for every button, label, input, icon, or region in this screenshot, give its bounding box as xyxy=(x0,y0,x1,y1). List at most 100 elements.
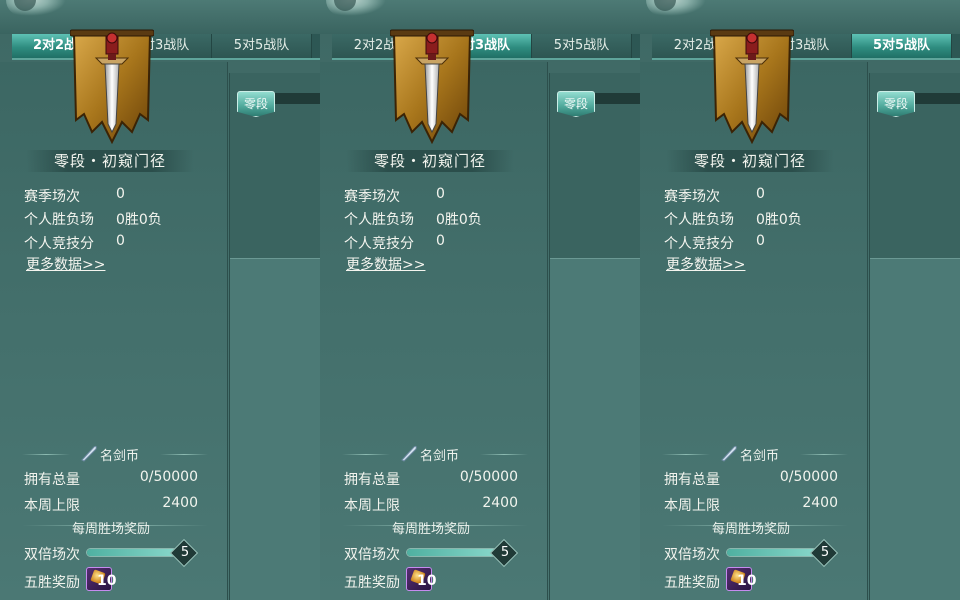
rank-badge: 零段 xyxy=(237,91,275,117)
sword-banner-icon xyxy=(70,29,154,144)
feather-blade-icon xyxy=(721,445,737,462)
rank-title: 零段・初窥门径 xyxy=(666,150,834,172)
weekly-cap-label: 本周上限 xyxy=(24,498,80,514)
rank-badge: 零段 xyxy=(877,91,915,117)
season-matches-value: 0 xyxy=(116,186,125,202)
weekly-cap-label: 本周上限 xyxy=(344,498,400,514)
cloud-ornament-icon xyxy=(326,0,386,16)
owned-total-value: 0/50000 xyxy=(139,469,198,485)
season-matches-row: 赛季场次 0 xyxy=(664,186,765,206)
owned-total-value: 0/50000 xyxy=(459,469,518,485)
arena-score-value: 0 xyxy=(756,233,765,249)
arena-team-panel: 2对2战队 3对3战队 5对5战队 零段・初窥门径 赛季场次 0 个人胜负场 0… xyxy=(640,0,960,600)
five-win-reward-count: 10 xyxy=(417,573,437,589)
win-loss-label: 个人胜负场 xyxy=(664,212,734,228)
weekly-cap-row: 本周上限 2400 xyxy=(344,495,518,515)
season-matches-value: 0 xyxy=(756,186,765,202)
double-matches-label: 双倍场次 xyxy=(664,547,720,563)
more-data-link[interactable]: 更多数据>> xyxy=(346,254,425,274)
owned-total-row: 拥有总量 0/50000 xyxy=(664,469,838,489)
owned-total-label: 拥有总量 xyxy=(24,472,80,488)
weekly-cap-row: 本周上限 2400 xyxy=(24,495,198,515)
rank-title: 零段・初窥门径 xyxy=(26,150,194,172)
feather-blade-icon xyxy=(401,445,417,462)
arena-score-row: 个人竞技分 0 xyxy=(344,233,445,253)
team-tabs: 2对2战队 3对3战队 5对5战队 xyxy=(332,34,640,60)
rank-title: 零段・初窥门径 xyxy=(346,150,514,172)
coin-section-title: 名剑币 xyxy=(740,449,780,464)
season-matches-row: 赛季场次 0 xyxy=(24,186,125,206)
weekly-cap-value: 2400 xyxy=(802,495,838,511)
tab-5v5[interactable]: 5对5战队 xyxy=(212,34,312,58)
arena-score-value: 0 xyxy=(436,233,445,249)
arena-score-label: 个人竞技分 xyxy=(344,236,414,252)
arena-team-panel: 2对2战队 3对3战队 5对5战队 零段・初窥门径 赛季场次 0 个人胜负场 0… xyxy=(320,0,640,600)
win-loss-row: 个人胜负场 0胜0负 xyxy=(344,209,482,229)
weekly-reward-title: 每周胜场奖励 xyxy=(72,522,151,537)
more-data-link[interactable]: 更多数据>> xyxy=(26,254,105,274)
weekly-reward-title: 每周胜场奖励 xyxy=(392,522,471,537)
divider xyxy=(662,454,710,455)
season-matches-value: 0 xyxy=(436,186,445,202)
coin-section-title: 名剑币 xyxy=(420,449,460,464)
season-matches-label: 赛季场次 xyxy=(344,189,400,205)
season-matches-label: 赛季场次 xyxy=(664,189,720,205)
rank-side-header: 零段 xyxy=(550,73,640,259)
progress-fill xyxy=(87,549,177,556)
tab-5v5[interactable]: 5对5战队 xyxy=(532,34,632,58)
double-matches-label: 双倍场次 xyxy=(24,547,80,563)
five-win-reward-label: 五胜奖励 xyxy=(664,575,720,591)
tab-5v5[interactable]: 5对5战队 xyxy=(852,34,952,58)
rank-side-panel: 零段 xyxy=(549,73,640,600)
double-matches-progress xyxy=(406,548,498,557)
win-loss-value: 0胜0负 xyxy=(116,212,162,228)
season-matches-label: 赛季场次 xyxy=(24,189,80,205)
weekly-reward-title: 每周胜场奖励 xyxy=(712,522,791,537)
rank-badge: 零段 xyxy=(557,91,595,117)
double-matches-progress xyxy=(726,548,818,557)
divider xyxy=(160,454,208,455)
progress-fill xyxy=(407,549,497,556)
double-matches-value: 5 xyxy=(820,545,830,560)
sword-banner-icon xyxy=(390,29,474,144)
weekly-cap-label: 本周上限 xyxy=(664,498,720,514)
double-matches-value: 5 xyxy=(500,545,510,560)
owned-total-label: 拥有总量 xyxy=(664,472,720,488)
coin-section-title: 名剑币 xyxy=(100,449,140,464)
double-matches-progress xyxy=(86,548,178,557)
arena-score-row: 个人竞技分 0 xyxy=(664,233,765,253)
double-matches-value: 5 xyxy=(180,545,190,560)
more-data-link[interactable]: 更多数据>> xyxy=(666,254,745,274)
owned-total-row: 拥有总量 0/50000 xyxy=(344,469,518,489)
five-win-reward-count: 10 xyxy=(737,573,757,589)
divider xyxy=(342,454,390,455)
season-matches-row: 赛季场次 0 xyxy=(344,186,445,206)
win-loss-value: 0胜0负 xyxy=(436,212,482,228)
arena-team-panel: 2对2战队 3对3战队 5对5战队 零段・初窥门径 赛季场次 0 个人胜负场 0… xyxy=(0,0,320,600)
owned-total-value: 0/50000 xyxy=(779,469,838,485)
top-strip xyxy=(0,0,320,34)
top-strip xyxy=(320,0,640,34)
sword-banner-icon xyxy=(710,29,794,144)
team-tabs: 2对2战队 3对3战队 5对5战队 xyxy=(12,34,320,60)
rank-side-header: 零段 xyxy=(230,73,320,259)
rank-side-panel: 零段 xyxy=(229,73,320,600)
win-loss-value: 0胜0负 xyxy=(756,212,802,228)
win-loss-row: 个人胜负场 0胜0负 xyxy=(24,209,162,229)
five-win-reward-label: 五胜奖励 xyxy=(344,575,400,591)
team-tabs: 2对2战队 3对3战队 5对5战队 xyxy=(652,34,960,60)
arena-score-label: 个人竞技分 xyxy=(664,236,734,252)
double-matches-label: 双倍场次 xyxy=(344,547,400,563)
win-loss-label: 个人胜负场 xyxy=(24,212,94,228)
progress-fill xyxy=(727,549,817,556)
weekly-cap-value: 2400 xyxy=(482,495,518,511)
arena-score-label: 个人竞技分 xyxy=(24,236,94,252)
owned-total-label: 拥有总量 xyxy=(344,472,400,488)
feather-blade-icon xyxy=(81,445,97,462)
rank-side-panel: 零段 xyxy=(869,73,960,600)
divider xyxy=(22,454,70,455)
divider xyxy=(480,454,528,455)
cloud-ornament-icon xyxy=(646,0,706,16)
five-win-reward-label: 五胜奖励 xyxy=(24,575,80,591)
arena-score-value: 0 xyxy=(116,233,125,249)
